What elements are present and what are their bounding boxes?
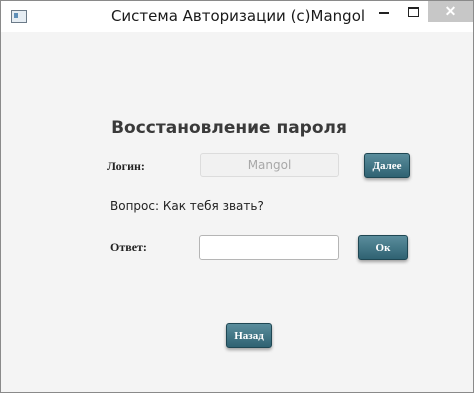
close-icon: ✕ bbox=[444, 3, 457, 19]
recovery-form: Восстановление пароля Логин: Mangol Дале… bbox=[1, 32, 473, 392]
answer-label: Ответ: bbox=[110, 240, 147, 254]
app-window: Система Авторизации (c)Mangol ✕ Восстано… bbox=[0, 0, 474, 393]
login-label: Логин: bbox=[107, 159, 145, 173]
title-bar[interactable]: Система Авторизации (c)Mangol ✕ bbox=[1, 1, 473, 32]
next-button[interactable]: Далее bbox=[364, 153, 410, 178]
maximize-icon bbox=[407, 7, 419, 17]
security-question: Вопрос: Как тебя звать? bbox=[110, 199, 264, 213]
ok-button[interactable]: Ок bbox=[358, 235, 408, 260]
close-button[interactable]: ✕ bbox=[428, 1, 473, 22]
back-button[interactable]: Назад bbox=[226, 323, 272, 348]
login-field: Mangol bbox=[200, 153, 339, 177]
maximize-button[interactable] bbox=[396, 1, 430, 23]
answer-field[interactable] bbox=[199, 235, 339, 260]
minimize-icon bbox=[379, 12, 389, 14]
page-title: Восстановление пароля bbox=[111, 118, 347, 138]
